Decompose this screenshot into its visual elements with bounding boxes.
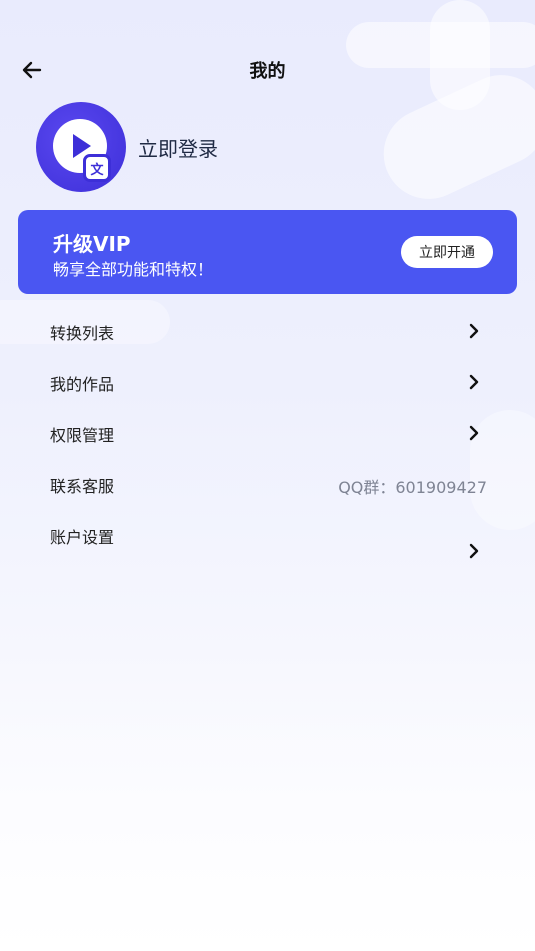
avatar[interactable]: 文	[36, 102, 126, 192]
menu-item-my-works[interactable]: 我的作品	[0, 357, 535, 408]
menu-item-conversion-list[interactable]: 转换列表	[0, 306, 535, 357]
menu-item-label: 联系客服	[50, 477, 115, 496]
menu-item-customer-service[interactable]: 联系客服 QQ群：601909427	[0, 459, 535, 510]
vip-title: 升级VIP	[53, 232, 131, 256]
settings-menu: 转换列表 我的作品 权限管理 联系客服 QQ群：601909427 账户设置	[0, 306, 535, 570]
login-link[interactable]: 立即登录	[138, 133, 218, 162]
menu-item-label: 我的作品	[50, 375, 115, 394]
profile-section: 文 立即登录	[36, 102, 218, 192]
menu-item-permissions[interactable]: 权限管理	[0, 408, 535, 459]
menu-item-label: 转换列表	[50, 324, 115, 343]
page-title: 我的	[249, 61, 286, 82]
menu-item-account-settings[interactable]: 账户设置	[0, 510, 535, 570]
chevron-right-icon	[469, 374, 479, 390]
activate-vip-button[interactable]: 立即开通	[401, 236, 493, 268]
chevron-right-icon	[469, 425, 479, 441]
vip-banner[interactable]: 升级VIP 畅享全部功能和特权！ 立即开通	[18, 210, 517, 294]
qq-group-value: QQ群：601909427	[338, 478, 487, 497]
chevron-right-icon	[469, 323, 479, 339]
chevron-right-icon	[469, 543, 479, 559]
menu-item-label: 权限管理	[50, 426, 115, 445]
top-bar: 我的	[0, 44, 535, 94]
vip-subtitle: 畅享全部功能和特权！	[53, 260, 214, 279]
translate-badge-icon: 文	[83, 154, 111, 182]
menu-item-label: 账户设置	[50, 528, 115, 547]
